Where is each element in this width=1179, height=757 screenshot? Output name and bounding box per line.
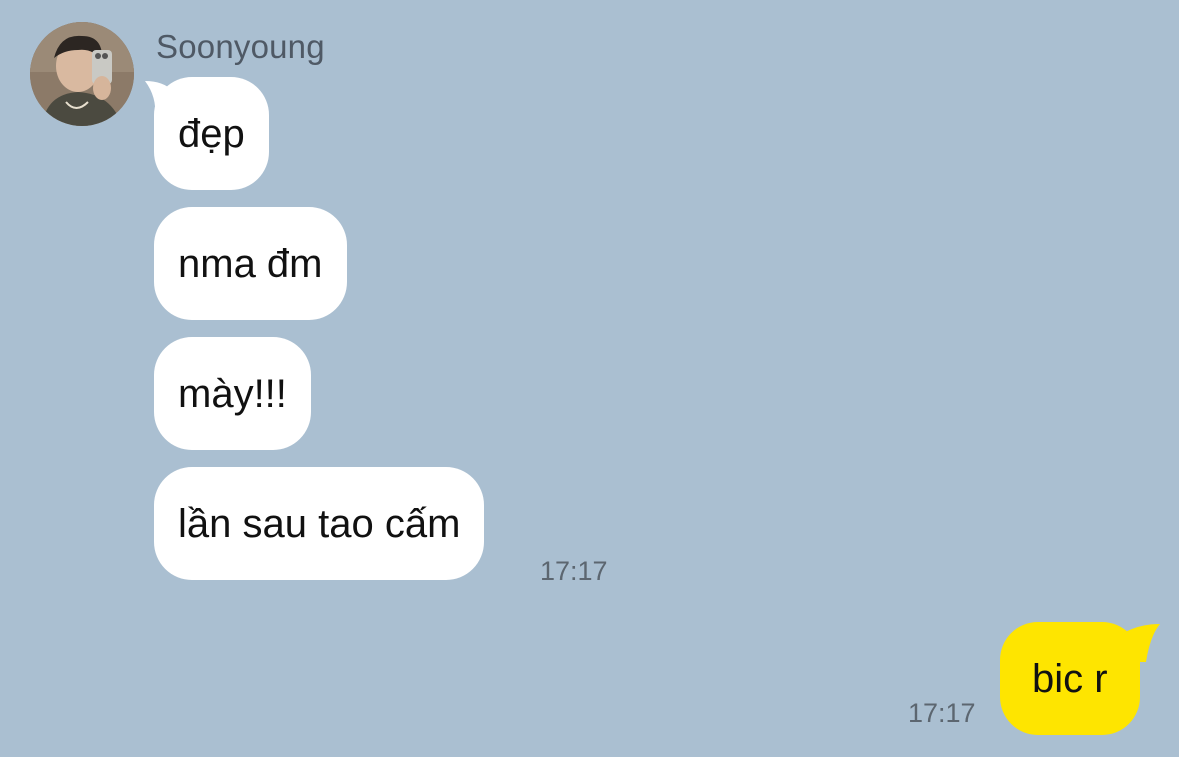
sender-name: Soonyoung bbox=[156, 28, 325, 65]
profile-photo-icon bbox=[30, 22, 134, 126]
incoming-message-bubble[interactable]: đẹp bbox=[154, 77, 269, 190]
chat-room: Soonyoung đẹp nma đm mày!!! lần sau tao … bbox=[0, 0, 1179, 757]
message-text: nma đm bbox=[178, 241, 323, 286]
outgoing-message-timestamp: 17:17 bbox=[908, 698, 976, 728]
message-text: bic r bbox=[1032, 656, 1108, 701]
outgoing-message-bubble[interactable]: bic r bbox=[1000, 622, 1140, 735]
incoming-message-timestamp: 17:17 bbox=[540, 556, 608, 586]
avatar[interactable] bbox=[30, 22, 134, 126]
incoming-message-bubble[interactable]: lần sau tao cấm bbox=[154, 467, 485, 580]
message-text: đẹp bbox=[178, 111, 245, 156]
incoming-message-bubble[interactable]: nma đm bbox=[154, 207, 347, 320]
incoming-message-bubble[interactable]: mày!!! bbox=[154, 337, 311, 450]
message-text: lần sau tao cấm bbox=[178, 501, 461, 546]
message-text: mày!!! bbox=[178, 371, 287, 416]
